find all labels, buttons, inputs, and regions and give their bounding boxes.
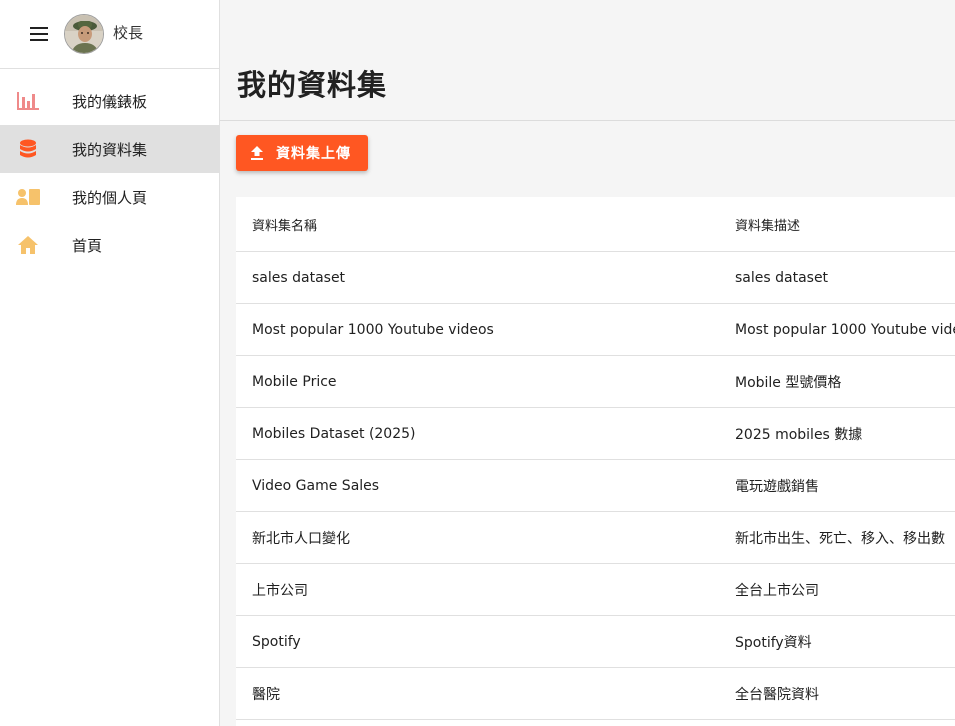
home-icon <box>16 233 40 257</box>
dataset-name-cell[interactable]: 上市公司 <box>252 580 308 600</box>
dataset-description-cell: 新北市出生、死亡、移入、移出數 <box>735 530 945 547</box>
table-row[interactable]: Video Game Sales 電玩遊戲銷售 <box>236 460 955 512</box>
sidebar-item-home[interactable]: 首頁 <box>0 221 219 269</box>
database-icon <box>16 137 40 161</box>
dataset-description-cell: 全台醫院資料 <box>735 686 819 703</box>
dataset-name-cell[interactable]: Video Game Sales <box>252 478 379 494</box>
table-row[interactable]: sales dataset sales dataset <box>236 252 955 304</box>
table-row[interactable]: Most popular 1000 Youtube videos Most pop… <box>236 304 955 356</box>
upload-dataset-label: 資料集上傳 <box>276 146 351 162</box>
column-header-description[interactable]: 資料集描述 <box>735 215 800 234</box>
sidebar-item-label: 我的個人頁 <box>72 188 148 207</box>
table-row[interactable]: Mobiles Dataset (2025) 2025 mobiles 數據 <box>236 408 955 460</box>
dataset-description-cell: 電玩遊戲銷售 <box>735 478 819 495</box>
sidebar-item-label: 我的資料集 <box>72 140 148 159</box>
sidebar-item-dashboard[interactable]: 我的儀錶板 <box>0 77 219 125</box>
upload-dataset-button[interactable]: 資料集上傳 <box>236 135 368 171</box>
page-title: 我的資料集 <box>237 68 388 102</box>
dataset-description-cell: Spotify資料 <box>735 634 812 651</box>
dataset-description-cell: 2025 mobiles 數據 <box>735 426 863 443</box>
table-row[interactable]: Mobile Price Mobile 型號價格 <box>236 356 955 408</box>
dataset-name-cell[interactable]: 新北市人口變化 <box>252 528 350 548</box>
table-row[interactable]: Spotify Spotify資料 <box>236 616 955 668</box>
dataset-description-cell: sales dataset <box>735 269 829 286</box>
dataset-name-cell[interactable]: Mobile Price <box>252 374 337 390</box>
table-row[interactable]: 醫院 全台醫院資料 <box>236 668 955 720</box>
sidebar-item-profile[interactable]: 我的個人頁 <box>0 173 219 221</box>
dataset-name-cell[interactable]: Most popular 1000 Youtube videos <box>252 322 494 338</box>
sidebar-item-datasets[interactable]: 我的資料集 <box>0 125 219 173</box>
sidebar: 校長 我的儀錶板 我的資料集 我的個人頁 首頁 <box>0 0 220 726</box>
sidebar-header: 校長 <box>0 0 219 69</box>
dataset-name-cell[interactable]: Mobiles Dataset (2025) <box>252 426 416 442</box>
menu-icon[interactable] <box>30 26 50 42</box>
dataset-description-cell: Most popular 1000 Youtube videos <box>735 321 955 338</box>
main-content: 我的資料集 資料集上傳 資料集名稱 資料集描述 sales dataset sal… <box>220 0 955 726</box>
sidebar-item-label: 首頁 <box>72 236 103 255</box>
sidebar-nav: 我的儀錶板 我的資料集 我的個人頁 首頁 <box>0 69 219 269</box>
dataset-name-cell[interactable]: Spotify <box>252 634 301 650</box>
table-row[interactable]: 上市公司 全台上市公司 <box>236 564 955 616</box>
bar-chart-icon <box>16 89 40 113</box>
dataset-description-cell: 全台上市公司 <box>735 582 819 599</box>
column-header-name[interactable]: 資料集名稱 <box>252 215 317 234</box>
sidebar-item-label: 我的儀錶板 <box>72 92 148 111</box>
contact-card-icon <box>16 185 40 209</box>
user-name: 校長 <box>113 23 144 42</box>
upload-icon <box>250 146 264 160</box>
dataset-name-cell[interactable]: 醫院 <box>252 684 280 704</box>
avatar[interactable] <box>64 14 104 54</box>
dataset-description-cell: Mobile 型號價格 <box>735 374 842 391</box>
table-header: 資料集名稱 資料集描述 <box>236 197 955 252</box>
datasets-table: 資料集名稱 資料集描述 sales dataset sales dataset Mo… <box>236 197 955 726</box>
divider <box>220 120 955 121</box>
table-body: sales dataset sales dataset Most popular 1… <box>236 252 955 720</box>
table-row[interactable]: 新北市人口變化 新北市出生、死亡、移入、移出數 <box>236 512 955 564</box>
dataset-name-cell[interactable]: sales dataset <box>252 270 345 286</box>
